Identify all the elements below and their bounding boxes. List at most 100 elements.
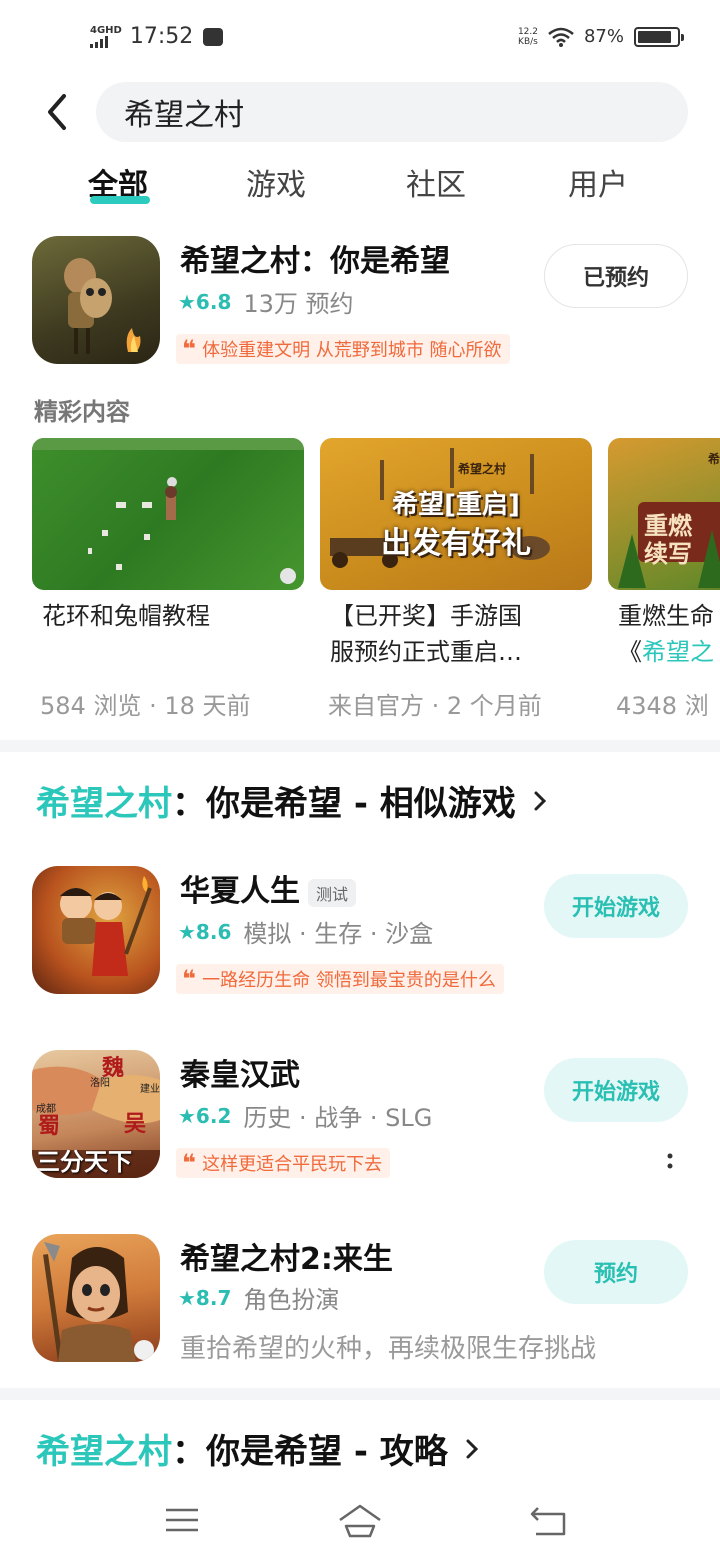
app-meta: ★6.8 13万 预约 xyxy=(178,284,354,319)
highlight-card[interactable]: 花环和兔帽教程 584 浏览 · 18 天前 xyxy=(32,438,304,721)
app-tags: 角色扮演 xyxy=(243,1286,340,1314)
active-tab-indicator xyxy=(90,196,150,204)
highlights-title: 精彩内容 xyxy=(34,398,130,426)
quote-icon: ❝ xyxy=(182,1149,197,1177)
speed-unit: KB/s xyxy=(518,36,538,47)
huaxia-art xyxy=(60,876,152,976)
highlight-thumbnail xyxy=(32,438,304,590)
quote-text: 体验重建文明 从荒野到城市 随心所欲 xyxy=(202,340,502,361)
highlight-text-line2: 服预约正式重启… xyxy=(330,638,522,666)
highlight-thumbnail: 希望之村 希望[重启] 出发有好礼 xyxy=(320,438,592,590)
hope-village-2-art xyxy=(43,1242,154,1362)
speed-value: 12.2 xyxy=(517,26,538,37)
map-label-jianye: 建业 xyxy=(140,1084,160,1095)
app-icon-hope-village[interactable] xyxy=(32,236,160,364)
map-caption: 三分天下 xyxy=(36,1148,132,1176)
highlight-text: 花环和兔帽教程 xyxy=(42,602,210,630)
system-nav-bar xyxy=(0,1490,720,1560)
more-options-icon[interactable] xyxy=(666,1152,674,1172)
app-meta-text: 13万 预约 xyxy=(243,290,354,318)
rating: ★6.8 xyxy=(178,289,232,314)
app-icon-hope-village-2[interactable] xyxy=(32,1234,160,1362)
signal-indicator: 4GHD xyxy=(90,24,122,48)
battery-icon xyxy=(634,26,684,47)
back-nav-icon[interactable] xyxy=(524,1496,572,1544)
similar-games-header[interactable]: 希望之村 ：你是希望 - 相似游戏 xyxy=(36,776,548,825)
battery-fill xyxy=(638,30,672,43)
app-title[interactable]: 希望之村：你是希望 xyxy=(180,236,450,280)
back-arrow-icon[interactable] xyxy=(40,92,80,132)
highlight-text-line2: 《希望之 xyxy=(608,634,720,670)
app-meta: ★6.2 历史 · 战争 · SLG xyxy=(178,1098,432,1133)
app-quote: ❝ 一路经历生命 领悟到最宝贵的是什么 xyxy=(176,964,504,994)
promo-brand: 希望之村 xyxy=(458,462,507,476)
tab-games[interactable]: 游戏 xyxy=(246,160,306,210)
highlight-meta: 584 浏览 · 18 天前 xyxy=(40,692,251,720)
app-description: 重拾希望的火种，再续极限生存挑战 xyxy=(180,1334,597,1364)
chevron-right-icon xyxy=(534,791,546,810)
status-right: 12.2 KB/s 87% xyxy=(518,26,684,47)
promo-brand: 希 xyxy=(708,452,720,466)
start-game-button[interactable]: 开始游戏 xyxy=(544,1058,688,1122)
highlight-thumbnail: 希 重燃 续写 xyxy=(608,438,720,590)
search-input[interactable] xyxy=(96,82,688,142)
highlight-text-prefix: 《 xyxy=(618,638,642,666)
reserved-button[interactable]: 已预约 xyxy=(544,244,688,308)
app-tags: 历史 · 战争 · SLG xyxy=(243,1104,433,1132)
app-quote: ❝ 这样更适合平民玩下去 xyxy=(176,1148,391,1178)
app-title-text: 华夏人生 xyxy=(180,874,300,909)
wifi-icon xyxy=(548,27,574,47)
start-game-button[interactable]: 开始游戏 xyxy=(544,874,688,938)
status-left: 4GHD 17:52 xyxy=(90,24,224,49)
highlight-text-line2 xyxy=(32,634,304,670)
promo-line2: 续写 xyxy=(644,540,692,568)
section-title-accent: 希望之村 xyxy=(36,784,172,824)
status-bar: 4GHD 17:52 12.2 KB/s 87% xyxy=(0,0,720,80)
app-icon-huaxia[interactable] xyxy=(32,866,160,994)
app-meta: ★8.6 模拟 · 生存 · 沙盒 xyxy=(178,914,433,949)
battery-percent: 87% xyxy=(583,26,624,47)
rating: ★8.7 xyxy=(178,1285,232,1310)
reserve-button[interactable]: 预约 xyxy=(544,1240,688,1304)
app-icon-qinhuang[interactable]: 魏 洛阳 成都 蜀 吴 建业 三分天下 xyxy=(32,1050,160,1178)
app-tags: 模拟 · 生存 · 沙盒 xyxy=(243,920,434,948)
beta-badge: 测试 xyxy=(308,878,357,907)
highlight-meta: 4348 浏 xyxy=(616,692,709,720)
section-title-accent: 希望之村 xyxy=(36,1432,172,1472)
tab-community[interactable]: 社区 xyxy=(406,160,466,210)
highlight-card[interactable]: 希望之村 希望[重启] 出发有好礼 【已开奖】手游国 服预约正式重启… 来自官方… xyxy=(320,438,592,721)
quote-icon: ❝ xyxy=(182,335,197,363)
rating: ★6.2 xyxy=(178,1103,232,1128)
rating: ★8.6 xyxy=(178,919,232,944)
clock: 17:52 xyxy=(129,24,194,49)
signal-icon xyxy=(90,35,122,48)
highlight-card[interactable]: 希 重燃 续写 重燃生命 《希望之 4348 浏 xyxy=(608,438,720,721)
chevron-right-icon xyxy=(466,1439,478,1458)
app-meta: ★8.7 角色扮演 xyxy=(178,1280,339,1315)
map-label-shu: 蜀 xyxy=(38,1114,61,1139)
highlight-text-accent: 希望之 xyxy=(642,638,714,666)
app-title[interactable]: 华夏人生 测试 xyxy=(180,866,357,910)
guide-header[interactable]: 希望之村 ：你是希望 - 攻略 xyxy=(36,1424,480,1473)
grass-map-art xyxy=(32,438,304,584)
section-divider xyxy=(0,1388,720,1400)
quote-icon: ❝ xyxy=(182,965,197,993)
menu-icon[interactable] xyxy=(158,1496,206,1544)
home-icon[interactable] xyxy=(336,1496,384,1544)
network-speed: 12.2 KB/s xyxy=(518,27,538,47)
section-title-rest: ：你是希望 - 攻略 xyxy=(172,1432,448,1472)
map-label-wu: 吴 xyxy=(124,1112,147,1137)
notification-icon xyxy=(203,27,224,46)
hope-village-art xyxy=(64,258,141,354)
quote-text: 一路经历生命 领悟到最宝贵的是什么 xyxy=(202,970,496,991)
highlight-text: 重燃生命 xyxy=(618,602,714,630)
app-title[interactable]: 希望之村2:来生 xyxy=(180,1234,393,1278)
tab-users[interactable]: 用户 xyxy=(568,160,628,210)
promo-line2: 出发有好礼 xyxy=(381,526,531,561)
network-type: 4GHD xyxy=(90,24,122,36)
highlight-text: 【已开奖】手游国 xyxy=(330,602,522,630)
quote-text: 这样更适合平民玩下去 xyxy=(202,1154,383,1175)
app-title[interactable]: 秦皇汉武 xyxy=(180,1050,300,1094)
section-divider xyxy=(0,740,720,752)
promo-line1: 希望[重启] xyxy=(392,490,520,520)
